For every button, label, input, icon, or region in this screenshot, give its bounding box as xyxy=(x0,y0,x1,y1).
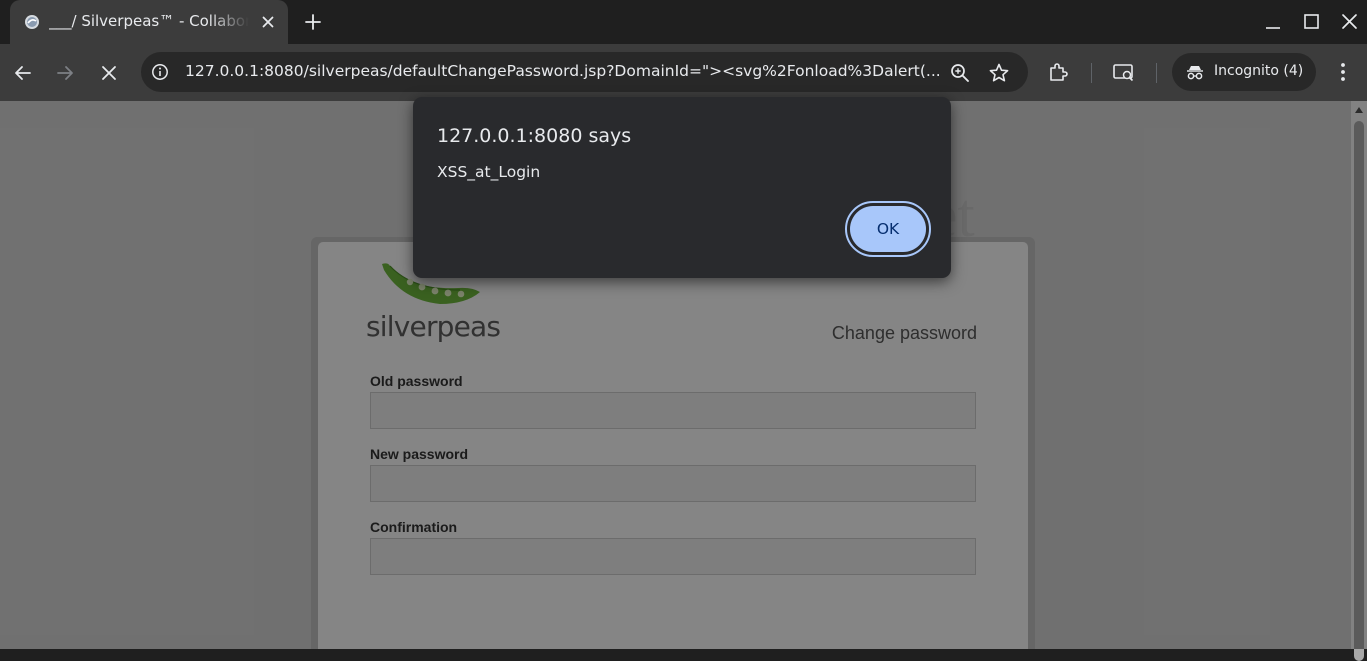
close-icon[interactable] xyxy=(1337,10,1361,34)
dialog-title: 127.0.0.1:8080 says xyxy=(437,125,632,147)
url-text[interactable]: 127.0.0.1:8080/silverpeas/defaultChangeP… xyxy=(185,62,945,84)
page-scrollbar[interactable] xyxy=(1351,101,1367,661)
info-icon[interactable] xyxy=(151,63,169,81)
stop-loading-icon[interactable] xyxy=(96,60,122,86)
tab-title: ___/ Silverpeas™ - Collaborative intrane… xyxy=(49,12,249,30)
browser-toolbar: 127.0.0.1:8080/silverpeas/defaultChangeP… xyxy=(0,44,1367,101)
media-control-icon[interactable] xyxy=(1112,60,1136,84)
tab-strip: ___/ Silverpeas™ - Collaborative intrane… xyxy=(0,0,1367,44)
toolbar-divider xyxy=(1091,63,1092,83)
incognito-profile-button[interactable]: Incognito (4) xyxy=(1172,53,1316,91)
arrow-left-icon[interactable] xyxy=(10,60,36,86)
close-icon[interactable] xyxy=(258,12,278,32)
address-bar[interactable]: 127.0.0.1:8080/silverpeas/defaultChangeP… xyxy=(141,52,1028,92)
star-icon[interactable] xyxy=(988,62,1010,84)
dialog-message: XSS_at_Login xyxy=(437,163,541,181)
incognito-icon xyxy=(1187,66,1203,80)
incognito-label: Incognito (4) xyxy=(1214,63,1304,79)
arrow-right-icon[interactable] xyxy=(52,60,78,86)
kebab-menu-icon[interactable] xyxy=(1334,60,1352,84)
plus-icon[interactable] xyxy=(300,9,326,35)
zoom-icon[interactable] xyxy=(949,62,971,84)
puzzle-icon[interactable] xyxy=(1047,60,1071,84)
alert-dialog: 127.0.0.1:8080 says XSS_at_Login OK xyxy=(413,97,951,278)
silverpeas-favicon-icon xyxy=(25,15,39,29)
toolbar-divider xyxy=(1156,63,1157,83)
scrollbar-backdrop xyxy=(1351,101,1367,649)
browser-tab[interactable]: ___/ Silverpeas™ - Collaborative intrane… xyxy=(10,0,288,44)
ok-button[interactable]: OK xyxy=(850,206,926,252)
maximize-icon[interactable] xyxy=(1299,10,1323,34)
minimize-icon[interactable] xyxy=(1261,10,1285,34)
